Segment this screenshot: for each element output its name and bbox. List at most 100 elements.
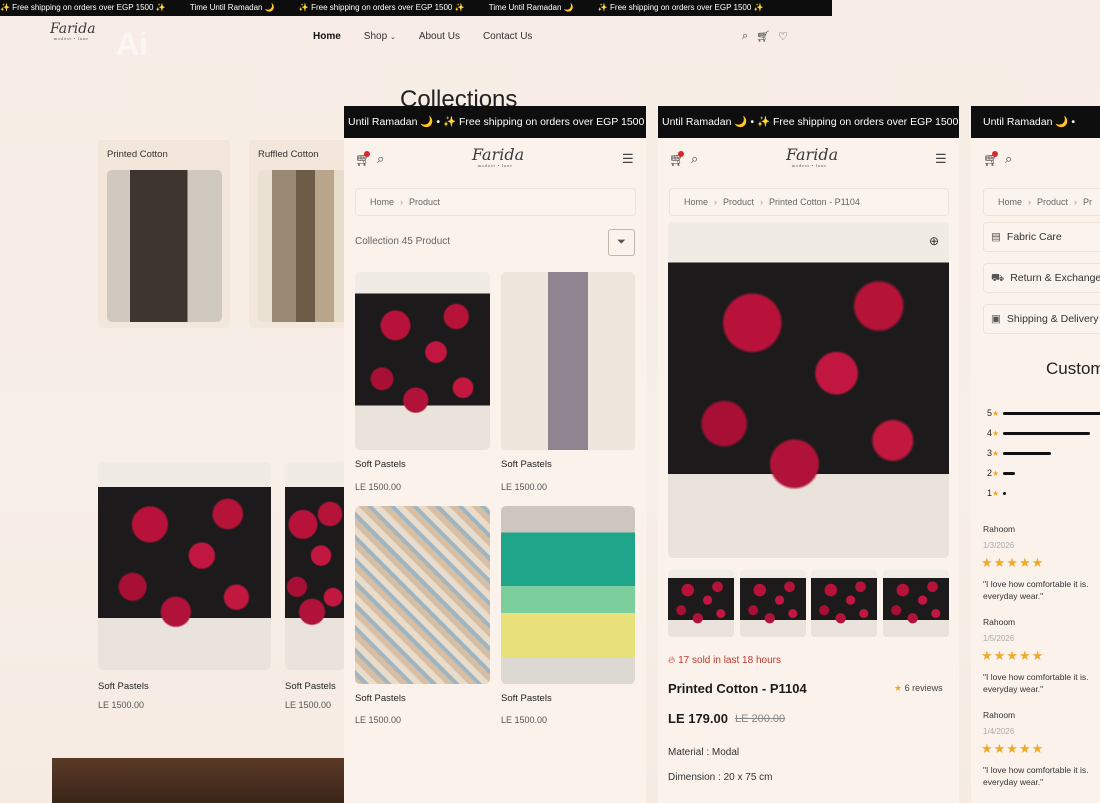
reviewer-name: Rahoom [983,710,1016,720]
main-product-image[interactable]: ⊕ [668,222,949,558]
filter-icon: ⏷ [617,236,626,248]
product-name[interactable]: Soft Pastels [355,459,406,470]
product-price: LE 1500.00 [355,715,402,725]
rating-bar [1003,491,1007,495]
announcement-text: Until Ramadan 🌙 • [983,116,1076,128]
product-image[interactable] [285,462,345,670]
desktop-nav: Home Shop ⌄ About Us Contact Us [313,31,555,42]
logo-tagline: modest • luxe [791,163,827,168]
product-image[interactable] [501,272,635,450]
nav-about[interactable]: About Us [419,31,460,42]
product-name[interactable]: Soft Pastels [285,681,336,692]
search-icon[interactable]: ⌕ [1005,151,1012,167]
nav-shop-label: Shop [363,31,388,42]
mobile-logo[interactable]: Farida modest • luxe [472,147,524,168]
breadcrumb-home[interactable]: Home [998,197,1022,207]
breadcrumb-product[interactable]: Product [723,197,754,207]
review-stars: ★★★★★ [981,741,1045,756]
fire-icon: 🔥︎ [668,655,676,666]
product-price: LE 1500.00 [355,482,402,492]
sold-text: 17 sold in last 18 hours [678,655,781,666]
product-image[interactable] [501,506,635,684]
zoom-icon[interactable]: ⊕ [929,234,939,248]
accordion-fabric-care[interactable]: ▤ Fabric Care [983,222,1100,252]
original-price: LE 200.00 [735,713,786,725]
product-name[interactable]: Soft Pastels [501,459,552,470]
star-icon: ★ [992,408,1000,418]
announcement-text: ✨ Free shipping on orders over EGP 1500 … [298,3,465,12]
product-image[interactable] [355,272,490,450]
collection-card-ruffled-cotton[interactable]: Ruffled Cotton [249,140,353,328]
accordion-return-exchange[interactable]: ⛟ Return & Exchange [983,263,1100,293]
reviews-heading: Custom [1046,359,1100,378]
thumbnail-image[interactable] [740,570,806,637]
announcement-bar: Until Ramadan 🌙 • ✨ Free shipping on ord… [658,106,959,138]
search-icon[interactable]: ⌕ [377,151,384,167]
breadcrumb-current: Pr [1083,197,1093,207]
menu-icon[interactable]: ☰ [935,151,947,167]
rating-row: 1 ★ [987,488,1007,498]
breadcrumb-home[interactable]: Home [370,197,394,207]
nav-home[interactable]: Home [313,31,341,42]
product-name[interactable]: Soft Pastels [355,693,406,704]
product-name[interactable]: Soft Pastels [98,681,149,692]
search-icon[interactable]: ⌕ [742,30,748,43]
reviews-count: 6 reviews [904,683,943,693]
nav-contact[interactable]: Contact Us [483,31,532,42]
product-title: Printed Cotton - P1104 [668,681,807,696]
filter-button[interactable]: ⏷ [608,229,635,256]
document-icon: ▤ [991,231,1001,243]
star-icon: ★ [992,448,1000,458]
logo-text: Farida [786,145,839,164]
accordion-shipping-delivery[interactable]: ▣ Shipping & Delivery [983,304,1100,334]
chevron-right-icon: › [1074,197,1078,207]
mobile-header: 🛒︎ ⌕ Farida modest • luxe ☰ [344,147,646,180]
announcement-text: ✨ Free shipping on orders over EGP 1500 … [0,3,166,12]
cart-icon[interactable]: 🛒︎ [355,151,372,168]
mobile-header: 🛒︎ ⌕ [971,150,1100,180]
truck-icon: ⛟ [991,272,1005,284]
rating-row: 4 ★ [987,428,1090,438]
rating-bar [1003,411,1100,415]
product-image[interactable] [355,506,490,684]
product-image[interactable] [98,462,271,670]
mobile-logo[interactable]: Farida modest • luxe [786,147,838,168]
breadcrumb: Home › Product › Printed Cotton - P1104 [669,188,949,216]
logo-text: Farida [50,21,96,37]
nav-shop[interactable]: Shop ⌄ [364,31,396,42]
breadcrumb-home[interactable]: Home [684,197,708,207]
heart-icon[interactable]: ♡ [778,30,788,43]
chevron-right-icon: › [714,197,718,207]
collection-label: Printed Cotton [107,149,168,160]
footer-banner-image [52,758,352,803]
cart-icon[interactable]: 🛒︎ [983,151,1000,168]
logo-text: Farida [472,145,525,164]
review-text: "I love how comfortable it is. everyday … [983,672,1089,694]
review-date: 1/5/2026 [983,634,1015,643]
search-icon[interactable]: ⌕ [691,151,698,167]
breadcrumb-product[interactable]: Product [1037,197,1068,207]
collection-card-printed-cotton[interactable]: Printed Cotton [98,140,230,328]
cart-badge [364,151,370,157]
ai-watermark: Ai [116,26,148,62]
reviewer-name: Rahoom [983,524,1016,534]
cart-badge [992,151,998,157]
announcement-bar: Until Ramadan 🌙 • [971,106,1100,138]
reviews-summary[interactable]: ★ 6 reviews [894,683,943,694]
breadcrumb-product[interactable]: Product [409,197,440,207]
cart-icon[interactable]: 🛒︎ [669,151,686,168]
thumbnail-image[interactable] [811,570,877,637]
desktop-header-icons: ⌕ 🛒︎ ♡ [742,30,788,43]
review-text: "I love how comfortable it is. everyday … [983,765,1089,787]
thumbnail-image[interactable] [668,570,734,637]
product-name[interactable]: Soft Pastels [501,693,552,704]
rating-bar [1003,451,1052,455]
product-price: LE 179.00 [668,711,728,726]
collection-image [258,170,353,322]
desktop-logo[interactable]: Farida modest • luxe [50,22,96,41]
mobile-reviews-screen: Until Ramadan 🌙 • 🛒︎ ⌕ Home › Product › Pr ▤… [971,106,1100,803]
dimension-spec: Dimension : 20 x 75 cm [668,772,773,783]
cart-icon[interactable]: 🛒︎ [756,30,770,43]
menu-icon[interactable]: ☰ [622,151,634,167]
thumbnail-image[interactable] [883,570,949,637]
